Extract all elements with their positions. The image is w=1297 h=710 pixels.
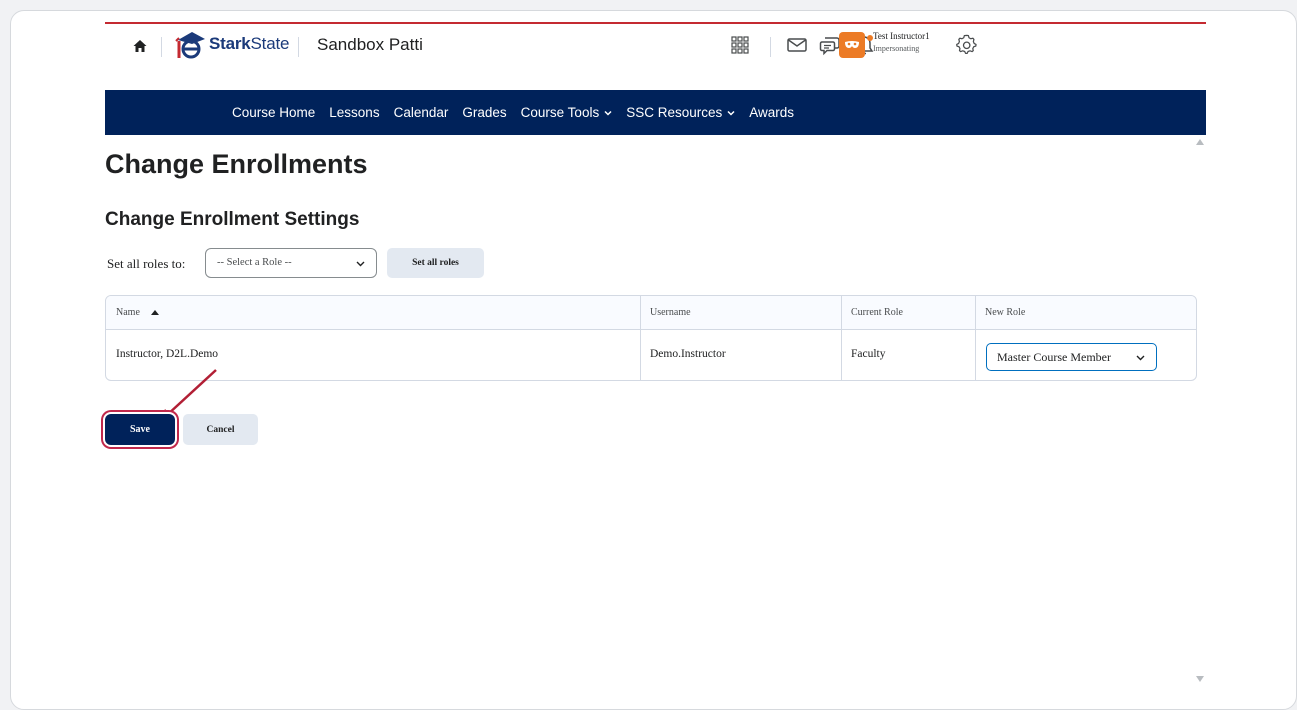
logo-mark-icon bbox=[175, 32, 205, 59]
divider bbox=[770, 37, 771, 57]
sort-asc-icon bbox=[151, 310, 160, 315]
nav-grades[interactable]: Grades bbox=[462, 105, 506, 120]
impersonating-label: Impersonating bbox=[873, 44, 920, 53]
column-header-name[interactable]: Name bbox=[106, 296, 640, 330]
new-role-select[interactable]: Master Course Member bbox=[986, 343, 1157, 371]
mail-icon[interactable] bbox=[785, 33, 809, 57]
nav-ssc-resources[interactable]: SSC Resources bbox=[626, 105, 735, 120]
nav-course-home[interactable]: Course Home bbox=[232, 105, 315, 120]
scroll-up-arrow-icon[interactable] bbox=[1196, 139, 1204, 145]
section-title: Change Enrollment Settings bbox=[105, 209, 360, 230]
set-all-roles-button[interactable]: Set all roles bbox=[387, 248, 484, 278]
column-header-username: Username bbox=[650, 307, 691, 318]
new-role-value: Master Course Member bbox=[997, 350, 1111, 364]
user-name[interactable]: Test Instructor1 bbox=[873, 31, 930, 41]
cell-username: Demo.Instructor bbox=[650, 348, 726, 360]
cancel-button[interactable]: Cancel bbox=[183, 414, 258, 445]
set-all-roles-label: Set all roles to: bbox=[107, 256, 186, 271]
browser-frame: StarkState Sandbox Patti Test Instructor… bbox=[10, 10, 1297, 710]
nav-course-tools[interactable]: Course Tools bbox=[521, 105, 613, 120]
cell-current-role: Faculty bbox=[851, 348, 886, 360]
set-all-role-select[interactable]: -- Select a Role -- bbox=[205, 248, 377, 278]
enrollment-table: Name Username Current Role New Role Inst… bbox=[105, 295, 1197, 381]
role-select-value: -- Select a Role -- bbox=[217, 257, 292, 268]
logo-wordmark: StarkState bbox=[209, 34, 290, 53]
nav-lessons[interactable]: Lessons bbox=[329, 105, 379, 120]
course-title[interactable]: Sandbox Patti bbox=[317, 35, 423, 55]
impersonation-avatar[interactable] bbox=[839, 32, 865, 58]
header-accent-line bbox=[105, 22, 1206, 24]
mask-icon bbox=[845, 41, 859, 48]
starkstate-logo[interactable]: StarkState bbox=[174, 28, 289, 60]
course-navbar: Course Home Lessons Calendar Grades Cour… bbox=[105, 90, 1206, 135]
chevron-down-icon bbox=[604, 110, 612, 116]
divider bbox=[161, 37, 162, 57]
chevron-down-icon bbox=[1136, 355, 1145, 361]
gear-icon[interactable] bbox=[955, 33, 979, 57]
waffle-menu-icon[interactable] bbox=[728, 33, 752, 57]
nav-calendar[interactable]: Calendar bbox=[394, 105, 449, 120]
save-button[interactable]: Save bbox=[105, 414, 175, 445]
chevron-down-icon bbox=[727, 110, 735, 116]
scroll-down-arrow-icon[interactable] bbox=[1196, 676, 1204, 682]
divider bbox=[298, 37, 299, 57]
nav-items: Course Home Lessons Calendar Grades Cour… bbox=[232, 90, 808, 135]
chevron-down-icon bbox=[356, 261, 365, 267]
page-title: Change Enrollments bbox=[105, 149, 368, 179]
column-header-current-role: Current Role bbox=[851, 307, 903, 318]
home-icon[interactable] bbox=[132, 38, 148, 54]
nav-awards[interactable]: Awards bbox=[749, 105, 794, 120]
column-header-new-role: New Role bbox=[985, 307, 1026, 318]
